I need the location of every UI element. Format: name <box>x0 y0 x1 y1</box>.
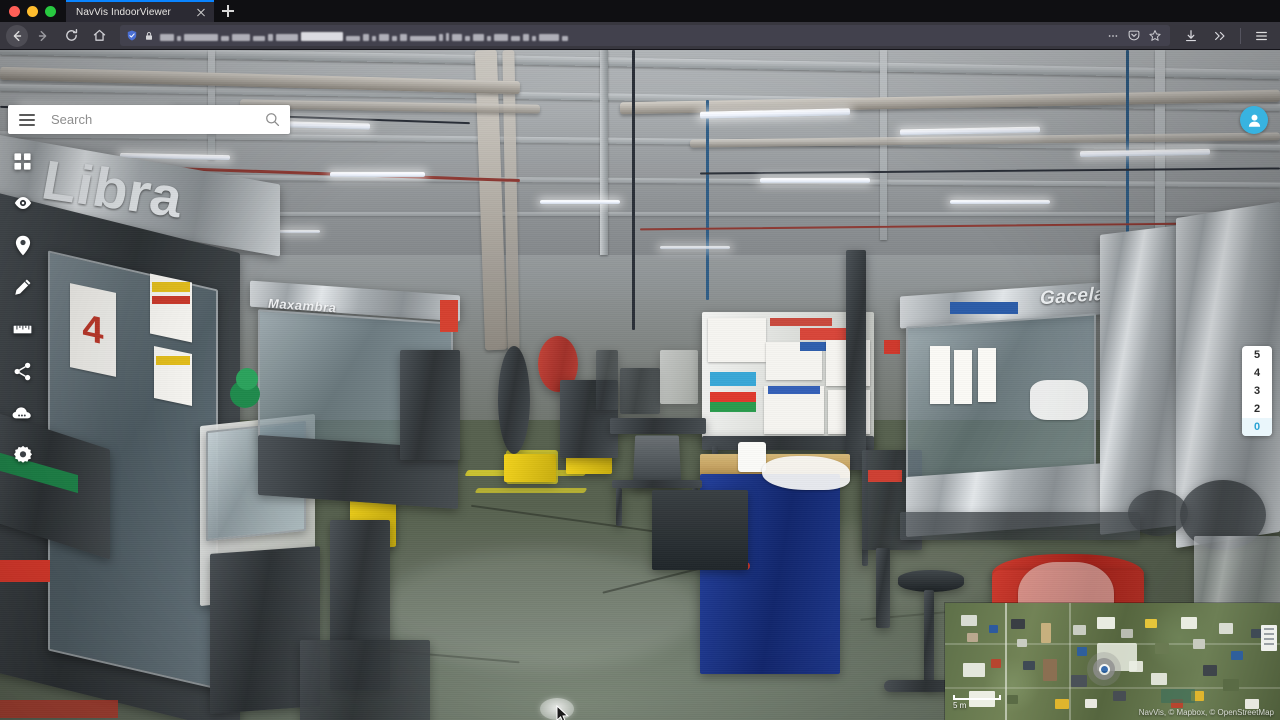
user-avatar-icon <box>1248 114 1260 127</box>
window-close-button[interactable] <box>9 5 20 17</box>
pocket-icon[interactable] <box>1127 29 1141 42</box>
minimap-scale-bar: 5 m <box>953 695 1001 710</box>
share-icon <box>14 362 31 380</box>
reload-arrow-icon <box>65 28 77 41</box>
star-icon[interactable] <box>1148 29 1162 42</box>
floor-item-4[interactable]: 4 <box>1242 364 1272 382</box>
window-minimize-button[interactable] <box>27 5 38 17</box>
viewer-sidebar <box>0 150 45 466</box>
ruler-measure-icon <box>12 324 33 334</box>
ellipsis-icon[interactable] <box>1106 30 1120 42</box>
hamburger-menu-icon <box>1255 31 1267 40</box>
door-number-text: 4 <box>82 306 104 354</box>
minimap[interactable]: 5 m NavVis, © Mapbox, © OpenStreetMap <box>945 603 1280 720</box>
sidebar-item-measure[interactable] <box>12 318 34 340</box>
browser-chrome: NavVis IndoorViewer <box>0 0 1280 50</box>
window-controls <box>0 0 66 22</box>
sidebar-item-more[interactable] <box>12 402 34 424</box>
floor-item-2[interactable]: 2 <box>1242 400 1272 418</box>
search-bar[interactable] <box>8 105 290 134</box>
minimap-legend[interactable] <box>1261 625 1277 651</box>
search-input[interactable] <box>51 112 264 127</box>
magnifier-icon[interactable] <box>264 111 281 128</box>
back-button[interactable] <box>6 24 28 47</box>
location-pin-icon <box>15 235 30 255</box>
indoorviewer-panorama-view[interactable]: Libra 4 Maxambra Gacela Search 5 4 3 2 0… <box>0 50 1280 720</box>
toolbar-divider <box>1240 27 1241 44</box>
floor-item-3[interactable]: 3 <box>1242 382 1272 400</box>
floor-item-5[interactable]: 5 <box>1242 346 1272 364</box>
location-pin-icon <box>1098 663 1110 675</box>
address-bar[interactable] <box>120 25 1170 46</box>
mouse-cursor-icon <box>556 705 569 720</box>
close-icon[interactable] <box>193 5 208 20</box>
browser-toolbar-right <box>1178 25 1274 47</box>
downloads-button[interactable] <box>1178 25 1204 47</box>
address-bar-actions <box>1106 29 1164 42</box>
hamburger-menu-icon[interactable] <box>19 113 35 126</box>
cloud-more-icon <box>12 407 31 419</box>
app-menu-button[interactable] <box>1248 25 1274 47</box>
pano-door-number-sign: 4 <box>70 283 116 377</box>
eye-visibility-icon <box>14 197 31 209</box>
home-button[interactable] <box>86 25 112 47</box>
gear-settings-icon <box>13 445 32 463</box>
minimap-attribution[interactable]: NavVis, © Mapbox, © OpenStreetMap <box>1139 708 1274 717</box>
double-chevron-icon <box>1215 31 1225 40</box>
browser-navbar <box>0 22 1280 50</box>
pano-stool <box>898 570 964 592</box>
reload-button[interactable] <box>58 25 84 47</box>
sidebar-item-visibility[interactable] <box>12 192 34 214</box>
tracking-protection-shield-icon[interactable] <box>126 29 138 42</box>
browser-tab-navvis-indoorviewer[interactable]: NavVis IndoorViewer <box>66 0 214 22</box>
minimap-current-location-marker[interactable] <box>1093 658 1115 680</box>
overflow-button[interactable] <box>1207 25 1233 47</box>
home-icon <box>93 29 105 41</box>
sidebar-item-points-of-interest[interactable] <box>12 234 34 256</box>
download-arrow-icon <box>1186 29 1196 41</box>
address-text-redacted <box>160 30 1100 41</box>
sidebar-item-overview[interactable] <box>12 150 34 172</box>
forward-arrow-icon <box>38 30 47 41</box>
scale-bar-line <box>953 695 1001 700</box>
padlock-secure-icon[interactable] <box>144 30 154 42</box>
scale-bar-label: 5 m <box>953 701 967 710</box>
sidebar-item-annotate[interactable] <box>12 276 34 298</box>
floor-selector[interactable]: 5 4 3 2 0 <box>1242 346 1272 436</box>
browser-tabbar: NavVis IndoorViewer <box>0 0 1280 22</box>
back-arrow-icon <box>13 30 22 41</box>
sidebar-item-share[interactable] <box>12 360 34 382</box>
grid-dashboard-icon <box>14 152 31 170</box>
new-tab-button[interactable] <box>214 0 242 22</box>
forward-button[interactable] <box>30 25 56 47</box>
window-maximize-button[interactable] <box>45 5 56 17</box>
tab-title: NavVis IndoorViewer <box>76 6 171 18</box>
pencil-edit-icon <box>15 279 31 295</box>
sidebar-item-settings[interactable] <box>12 444 34 466</box>
user-avatar[interactable] <box>1240 106 1268 134</box>
floor-item-0-active[interactable]: 0 <box>1242 418 1272 436</box>
